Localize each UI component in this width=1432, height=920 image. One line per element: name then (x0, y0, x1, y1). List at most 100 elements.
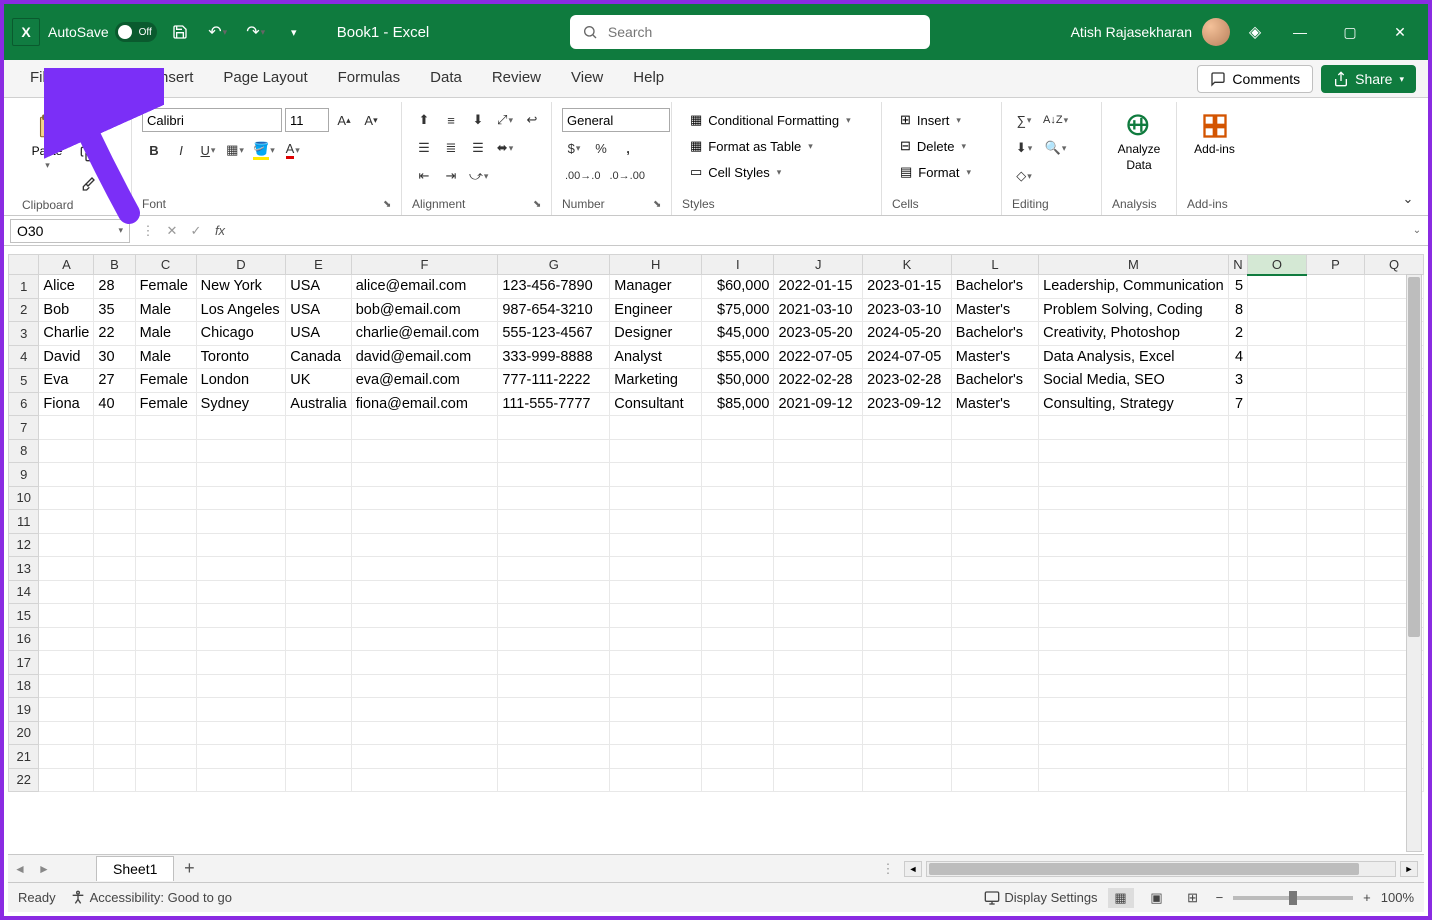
column-header-H[interactable]: H (610, 255, 702, 275)
cell-H14[interactable] (610, 580, 702, 604)
cell-K17[interactable] (863, 651, 952, 675)
cell-B16[interactable] (94, 627, 135, 651)
cell-M10[interactable] (1039, 486, 1229, 510)
cell-B11[interactable] (94, 510, 135, 534)
cell-J13[interactable] (774, 557, 863, 581)
cell-L9[interactable] (951, 463, 1038, 487)
cell-A9[interactable] (39, 463, 94, 487)
cell-A10[interactable] (39, 486, 94, 510)
decrease-decimal-button[interactable]: .0→.00 (606, 164, 647, 188)
cell-M2[interactable]: Problem Solving, Coding (1039, 298, 1229, 322)
cell-D13[interactable] (196, 557, 286, 581)
cell-J8[interactable] (774, 439, 863, 463)
cell-P15[interactable] (1306, 604, 1364, 628)
column-header-D[interactable]: D (196, 255, 286, 275)
cell-P1[interactable] (1306, 275, 1364, 299)
cell-E5[interactable]: UK (286, 369, 351, 393)
cell-F21[interactable] (351, 745, 498, 769)
cell-P10[interactable] (1306, 486, 1364, 510)
cell-D4[interactable]: Toronto (196, 345, 286, 369)
increase-font-button[interactable]: A▴ (332, 108, 356, 132)
cell-O12[interactable] (1248, 533, 1307, 557)
cell-P6[interactable] (1306, 392, 1364, 416)
increase-indent-button[interactable]: ⇥ (439, 164, 463, 188)
cell-K5[interactable]: 2023-02-28 (863, 369, 952, 393)
cell-C3[interactable]: Male (135, 322, 196, 346)
cell-L2[interactable]: Master's (951, 298, 1038, 322)
row-header-20[interactable]: 20 (9, 721, 39, 745)
cell-A6[interactable]: Fiona (39, 392, 94, 416)
cell-M16[interactable] (1039, 627, 1229, 651)
cell-A18[interactable] (39, 674, 94, 698)
cell-M4[interactable]: Data Analysis, Excel (1039, 345, 1229, 369)
cell-N22[interactable] (1228, 768, 1247, 792)
cell-D17[interactable] (196, 651, 286, 675)
cell-A4[interactable]: David (39, 345, 94, 369)
cell-K16[interactable] (863, 627, 952, 651)
sheet-tab-1[interactable]: Sheet1 (96, 856, 174, 881)
cell-D15[interactable] (196, 604, 286, 628)
cell-I1[interactable]: $60,000 (702, 275, 774, 299)
cell-C8[interactable] (135, 439, 196, 463)
cell-K20[interactable] (863, 721, 952, 745)
name-box-options[interactable]: ⋮ (136, 219, 160, 243)
delete-cells-button[interactable]: ⊟Delete▾ (892, 134, 974, 158)
zoom-out-button[interactable]: − (1216, 890, 1224, 905)
zoom-slider[interactable] (1233, 896, 1353, 900)
cell-N17[interactable] (1228, 651, 1247, 675)
cell-I3[interactable]: $45,000 (702, 322, 774, 346)
cell-L21[interactable] (951, 745, 1038, 769)
cell-L20[interactable] (951, 721, 1038, 745)
cell-J2[interactable]: 2021-03-10 (774, 298, 863, 322)
find-select-button[interactable]: 🔍▾ (1040, 136, 1071, 160)
cell-N21[interactable] (1228, 745, 1247, 769)
cell-M1[interactable]: Leadership, Communication (1039, 275, 1229, 299)
cell-O22[interactable] (1248, 768, 1307, 792)
cell-N6[interactable]: 7 (1228, 392, 1247, 416)
cell-D22[interactable] (196, 768, 286, 792)
cell-A20[interactable] (39, 721, 94, 745)
cell-J1[interactable]: 2022-01-15 (774, 275, 863, 299)
cell-H10[interactable] (610, 486, 702, 510)
cell-D11[interactable] (196, 510, 286, 534)
cell-P13[interactable] (1306, 557, 1364, 581)
cell-J6[interactable]: 2021-09-12 (774, 392, 863, 416)
cell-E13[interactable] (286, 557, 351, 581)
cell-H7[interactable] (610, 416, 702, 440)
qat-customize-button[interactable]: ▾ (279, 17, 309, 47)
cell-H4[interactable]: Analyst (610, 345, 702, 369)
cell-C22[interactable] (135, 768, 196, 792)
column-header-G[interactable]: G (498, 255, 610, 275)
collapse-ribbon-button[interactable]: ⌄ (1396, 187, 1420, 211)
cell-G7[interactable] (498, 416, 610, 440)
cell-L3[interactable]: Bachelor's (951, 322, 1038, 346)
cell-E14[interactable] (286, 580, 351, 604)
cell-E12[interactable] (286, 533, 351, 557)
cell-L19[interactable] (951, 698, 1038, 722)
user-name[interactable]: Atish Rajasekharan (1071, 24, 1192, 40)
align-center-button[interactable]: ≣ (439, 136, 463, 160)
cell-H6[interactable]: Consultant (610, 392, 702, 416)
cell-K6[interactable]: 2023-09-12 (863, 392, 952, 416)
add-sheet-button[interactable]: + (174, 858, 204, 879)
cell-J21[interactable] (774, 745, 863, 769)
cell-I10[interactable] (702, 486, 774, 510)
cell-P3[interactable] (1306, 322, 1364, 346)
cell-D3[interactable]: Chicago (196, 322, 286, 346)
cell-K18[interactable] (863, 674, 952, 698)
cell-O20[interactable] (1248, 721, 1307, 745)
cell-L12[interactable] (951, 533, 1038, 557)
cell-B8[interactable] (94, 439, 135, 463)
cell-H5[interactable]: Marketing (610, 369, 702, 393)
number-dialog-launcher[interactable]: ⬊ (653, 199, 667, 213)
cell-A19[interactable] (39, 698, 94, 722)
cell-M17[interactable] (1039, 651, 1229, 675)
row-header-17[interactable]: 17 (9, 651, 39, 675)
cell-J7[interactable] (774, 416, 863, 440)
cell-O2[interactable] (1248, 298, 1307, 322)
cell-M13[interactable] (1039, 557, 1229, 581)
cell-L6[interactable]: Master's (951, 392, 1038, 416)
row-header-21[interactable]: 21 (9, 745, 39, 769)
cell-O16[interactable] (1248, 627, 1307, 651)
column-header-K[interactable]: K (863, 255, 952, 275)
